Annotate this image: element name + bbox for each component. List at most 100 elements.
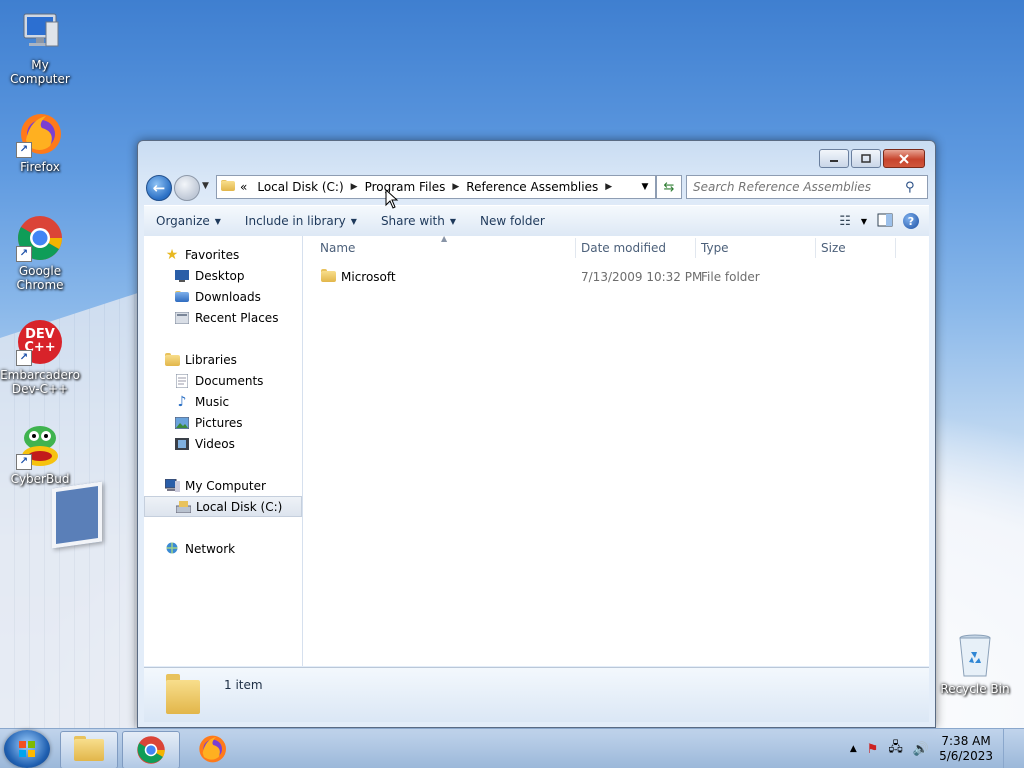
desktop-icon-firefox[interactable]: ↗ Firefox: [0, 110, 80, 174]
desktop-icon-dev-cpp[interactable]: DEV C++ ↗ Embarcadero Dev-C++: [0, 318, 80, 396]
nav-label: Libraries: [185, 352, 237, 367]
show-desktop-button[interactable]: [1003, 729, 1016, 768]
share-with-label: Share with: [380, 214, 445, 228]
search-input[interactable]: [687, 179, 905, 195]
search-box[interactable]: ⚲: [686, 175, 928, 199]
desktop-icon-label: CyberBud: [10, 472, 70, 486]
new-folder-button[interactable]: New folder: [468, 214, 557, 228]
action-center-icon[interactable]: ⚑: [867, 742, 879, 757]
item-count: 1 item: [224, 678, 263, 692]
minimize-button[interactable]: [819, 149, 849, 168]
search-icon[interactable]: ⚲: [905, 180, 915, 195]
details-pane: 1 item: [144, 667, 929, 722]
explorer-window[interactable]: ← ▼ « Local Disk (C:) ▶ Program Files ▶ …: [137, 140, 936, 728]
refresh-icon: ⇆: [663, 179, 675, 195]
column-divider[interactable]: [895, 238, 896, 258]
desktop-icon-my-computer[interactable]: My Computer: [0, 8, 80, 86]
file-type-cell: File folder: [701, 270, 760, 284]
column-divider[interactable]: [815, 238, 816, 258]
music-icon: ♪: [177, 393, 187, 410]
network-status-icon[interactable]: 🖧: [888, 738, 903, 760]
desktop-icon-google-chrome[interactable]: ↗ Google Chrome: [0, 214, 80, 292]
sort-ascending-icon: ▲: [441, 234, 448, 243]
recent-pages-dropdown[interactable]: ▼: [202, 181, 209, 191]
recent-places-icon: [174, 310, 190, 326]
breadcrumb-arrow-icon[interactable]: ▶: [603, 182, 614, 192]
nav-libraries[interactable]: Libraries: [144, 349, 322, 370]
nav-label: Documents: [195, 373, 264, 388]
nav-label: Recent Places: [195, 310, 279, 325]
address-dropdown-icon[interactable]: ▼: [635, 182, 655, 192]
column-date-label: Date modified: [581, 241, 667, 255]
clock-time: 7:38 AM: [941, 734, 991, 748]
folder-icon: [217, 179, 235, 195]
column-header-size[interactable]: Size: [821, 236, 846, 260]
my-computer-icon: [16, 8, 64, 56]
taskbar-explorer-button[interactable]: [60, 731, 118, 768]
shortcut-arrow-icon: ↗: [16, 246, 32, 262]
breadcrumb-local-disk[interactable]: Local Disk (C:): [252, 180, 348, 194]
column-header-date-modified[interactable]: Date modified: [581, 236, 666, 260]
column-size-label: Size: [821, 241, 846, 255]
chevron-down-icon: ▼: [350, 216, 357, 226]
taskbar-chrome-button[interactable]: [122, 731, 180, 768]
recycle-bin-icon: [951, 632, 999, 680]
videos-icon: [174, 436, 190, 452]
restore-icon: [861, 153, 871, 163]
nav-network[interactable]: Network: [144, 538, 322, 559]
share-with-button[interactable]: Share with ▼: [369, 214, 468, 228]
cyberbud-icon: ↗: [16, 422, 64, 470]
address-bar[interactable]: « Local Disk (C:) ▶ Program Files ▶ Refe…: [216, 175, 656, 199]
desktop-icon: [174, 268, 190, 284]
help-icon[interactable]: ?: [903, 213, 919, 229]
chevron-down-icon: ▼: [214, 216, 221, 226]
breadcrumb-reference-assemblies[interactable]: Reference Assemblies: [461, 180, 603, 194]
clock[interactable]: 7:38 AM 5/6/2023: [939, 734, 993, 764]
dev-cpp-icon: DEV C++ ↗: [16, 318, 64, 366]
computer-icon: [164, 478, 180, 494]
volume-icon[interactable]: 🔊: [913, 742, 929, 757]
include-in-library-label: Include in library: [244, 214, 346, 228]
navigation-pane: ★ Favorites Desktop Downloads Recent Pla…: [144, 236, 303, 666]
chevron-down-icon[interactable]: ▼: [861, 217, 867, 226]
desktop-icon-recycle-bin[interactable]: Recycle Bin: [935, 632, 1015, 696]
nav-my-computer[interactable]: My Computer: [144, 475, 322, 496]
taskbar-firefox-button[interactable]: [196, 733, 228, 768]
breadcrumb-arrow-icon[interactable]: ▶: [349, 182, 360, 192]
view-options-icon[interactable]: ☷: [839, 214, 851, 229]
start-button[interactable]: [4, 730, 50, 768]
column-type-label: Type: [701, 241, 729, 255]
refresh-button[interactable]: ⇆: [656, 175, 682, 199]
file-row[interactable]: Microsoft 7/13/2009 10:32 PM File folder: [303, 266, 903, 288]
file-list[interactable]: Name ▲ Date modified Type Size Microsoft…: [303, 234, 929, 666]
breadcrumb-arrow-icon[interactable]: ▶: [450, 182, 461, 192]
file-name: Microsoft: [341, 270, 396, 284]
forward-button[interactable]: [174, 175, 200, 201]
column-divider[interactable]: [695, 238, 696, 258]
nav-local-disk[interactable]: Local Disk (C:): [144, 496, 302, 517]
column-header-name[interactable]: Name: [320, 236, 355, 260]
back-arrow-icon: ←: [152, 179, 166, 197]
firefox-icon: [199, 735, 226, 763]
column-divider[interactable]: [575, 238, 576, 258]
navigation-bar: ← ▼ « Local Disk (C:) ▶ Program Files ▶ …: [144, 175, 929, 201]
firefox-icon: ↗: [16, 110, 64, 158]
close-button[interactable]: [883, 149, 925, 168]
nav-label: Downloads: [195, 289, 261, 304]
preview-pane-icon[interactable]: [877, 213, 893, 230]
column-name-label: Name: [320, 241, 356, 255]
column-header-type[interactable]: Type: [701, 236, 729, 260]
show-hidden-icons-icon[interactable]: ▲: [850, 744, 857, 754]
shortcut-arrow-icon: ↗: [16, 142, 32, 158]
desktop-icon-cyberbud[interactable]: ↗ CyberBud: [0, 422, 80, 486]
nav-favorites[interactable]: ★ Favorites: [144, 244, 322, 265]
back-button[interactable]: ←: [146, 175, 172, 201]
breadcrumb-program-files[interactable]: Program Files: [360, 180, 451, 194]
nav-label: Network: [185, 541, 236, 556]
organize-button[interactable]: Organize ▼: [144, 214, 233, 228]
star-icon: ★: [165, 246, 179, 263]
include-in-library-button[interactable]: Include in library ▼: [233, 214, 369, 228]
address-overflow[interactable]: «: [235, 180, 252, 194]
nav-label: Pictures: [195, 415, 243, 430]
maximize-button[interactable]: [851, 149, 881, 168]
